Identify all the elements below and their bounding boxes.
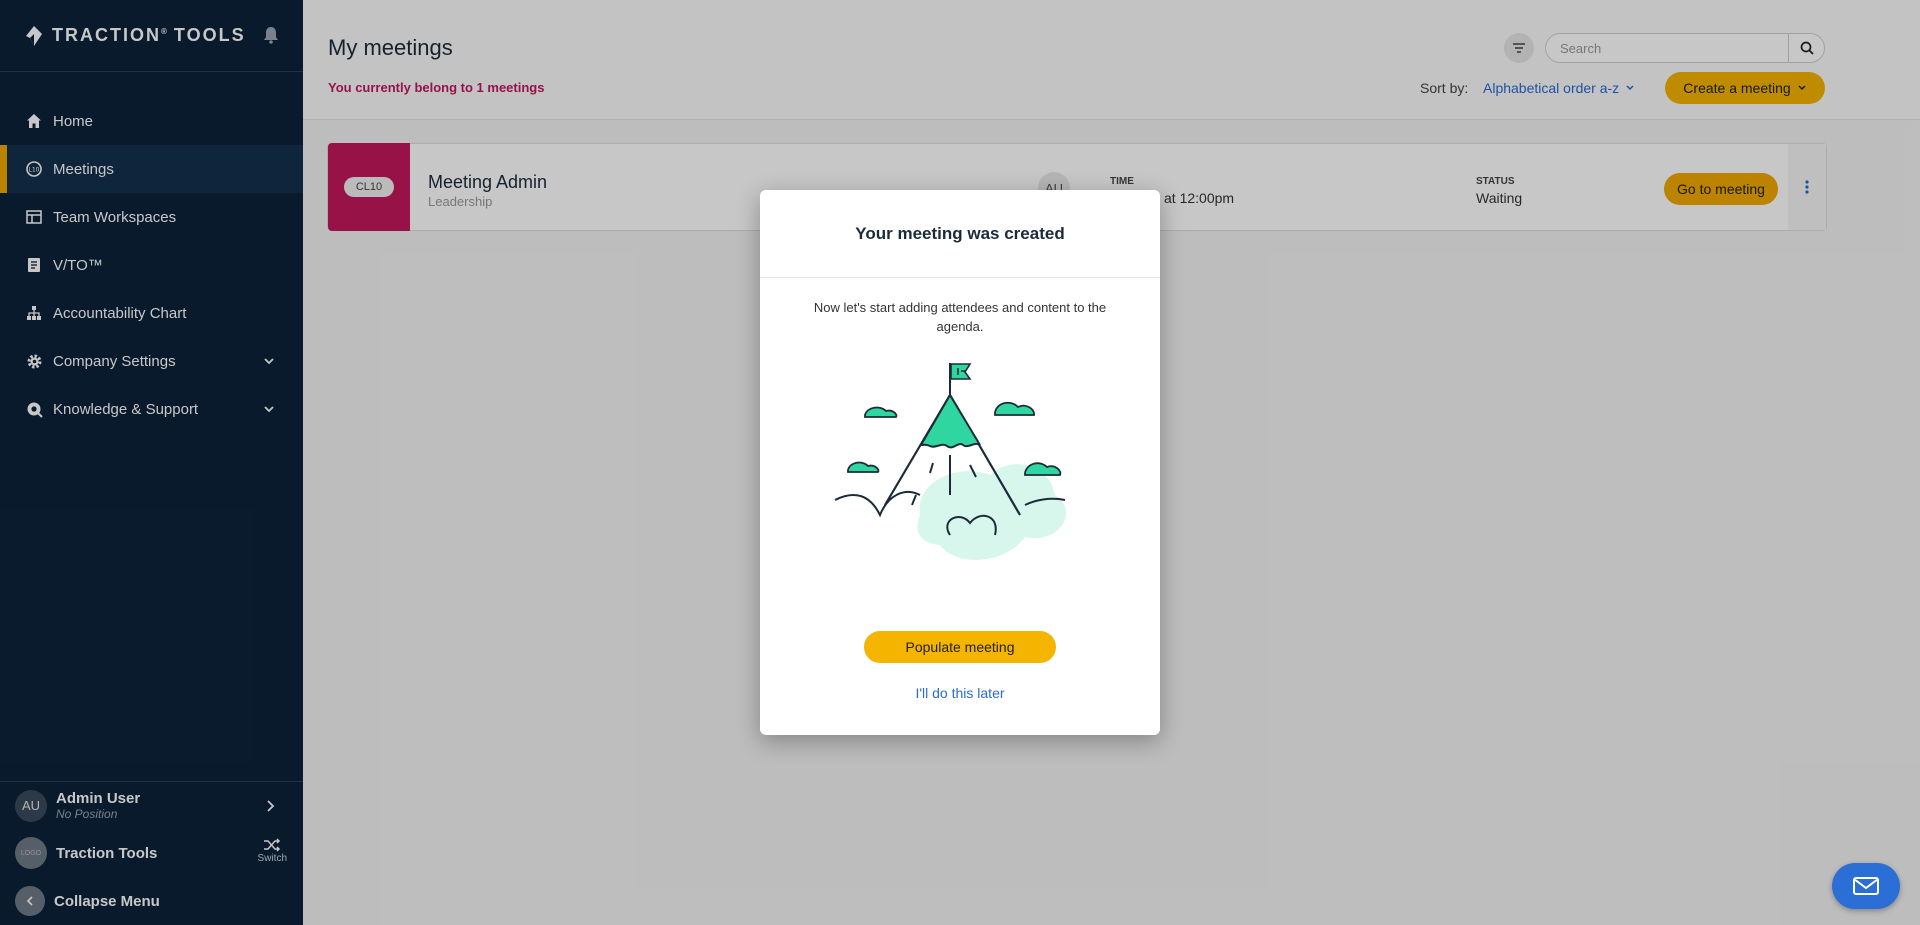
dialog-message: Now let's start adding attendees and con… xyxy=(813,300,1107,334)
mountain-illustration xyxy=(834,363,1067,560)
meeting-created-dialog: Your meeting was created Now let's start… xyxy=(760,190,1160,735)
populate-meeting-button[interactable]: Populate meeting xyxy=(864,631,1056,663)
contact-support-button[interactable] xyxy=(1832,863,1900,909)
do-later-link[interactable]: I'll do this later xyxy=(760,685,1160,701)
mail-icon xyxy=(1853,877,1879,895)
dialog-title: Your meeting was created xyxy=(760,190,1160,278)
